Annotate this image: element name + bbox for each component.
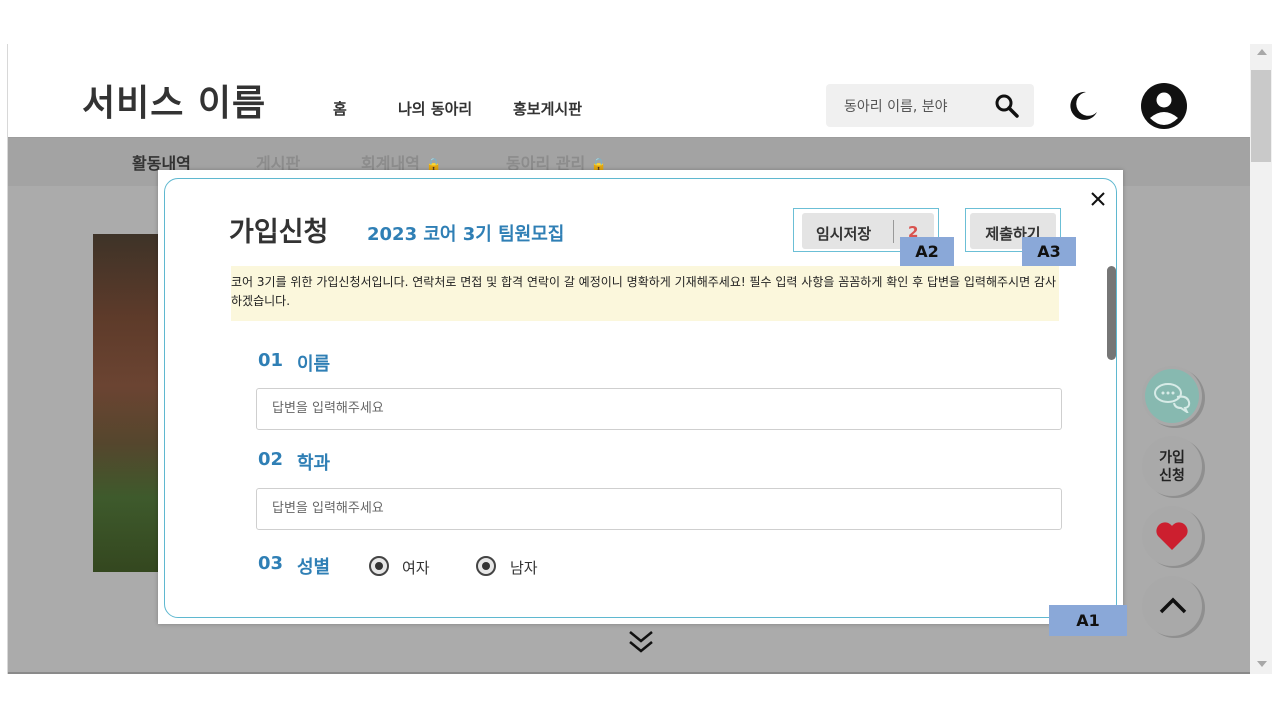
double-chevron-down-icon[interactable] [626, 628, 656, 656]
gender-male-label[interactable]: 남자 [510, 557, 538, 578]
question-3-label: 성별 [297, 557, 331, 578]
content-bottom-border [8, 672, 1250, 674]
gender-male-radio[interactable] [476, 556, 496, 576]
join-apply-line1: 가입 [1159, 450, 1185, 466]
question-1-label: 이름 [297, 354, 331, 375]
gender-female-radio[interactable] [369, 556, 389, 576]
annotation-a2: A2 [900, 237, 954, 266]
question-1-number: 01 [258, 350, 284, 371]
notice-box: 코어 3기를 위한 가입신청서입니다. 연락처로 면접 및 합격 연락이 갈 예… [231, 266, 1059, 321]
question-2-number: 02 [258, 449, 284, 470]
nav-promo-board[interactable]: 홍보게시판 [513, 98, 582, 119]
notice-text: 코어 3기를 위한 가입신청서입니다. 연락처로 면접 및 합격 연락이 갈 예… [231, 275, 1057, 308]
major-input[interactable] [270, 500, 1050, 517]
search-box[interactable]: 동아리 이름, 분야 [826, 84, 1034, 127]
club-photo [93, 234, 163, 572]
gender-female-label[interactable]: 여자 [402, 557, 430, 578]
close-icon[interactable] [1089, 190, 1107, 208]
join-application-modal: 가입신청 2023 코어 3기 팀원모집 임시저장 2 제출하기 A2 A3 코… [158, 170, 1123, 624]
scroll-up-arrow[interactable] [1257, 49, 1267, 55]
service-name[interactable]: 서비스 이름 [82, 74, 266, 126]
draft-save-label: 임시저장 [816, 225, 872, 243]
question-3-number: 03 [258, 553, 284, 574]
chat-icon [1154, 383, 1191, 413]
draft-divider [893, 220, 894, 243]
name-input[interactable] [270, 400, 1050, 417]
scroll-down-arrow[interactable] [1257, 661, 1267, 667]
join-apply-label: 가입 신청 [1142, 449, 1202, 485]
modal-title: 가입신청 [229, 217, 329, 248]
like-button[interactable] [1142, 506, 1202, 566]
join-apply-line2: 신청 [1159, 468, 1185, 484]
chat-button[interactable] [1142, 366, 1202, 426]
major-answer-field[interactable] [256, 488, 1062, 530]
profile-icon[interactable] [1140, 82, 1188, 130]
question-2-label: 학과 [297, 453, 331, 474]
page-scrollbar-thumb[interactable] [1251, 70, 1271, 162]
nav-my-clubs[interactable]: 나의 동아리 [398, 98, 472, 119]
modal-subtitle: 2023 코어 3기 팀원모집 [367, 224, 565, 245]
heart-icon [1156, 522, 1188, 550]
nav-home[interactable]: 홈 [333, 98, 347, 119]
annotation-a1: A1 [1049, 605, 1127, 636]
search-icon[interactable] [994, 93, 1020, 119]
name-answer-field[interactable] [256, 388, 1062, 430]
scroll-top-button[interactable] [1142, 576, 1202, 636]
moon-icon[interactable] [1064, 88, 1100, 124]
header: 서비스 이름 홈 나의 동아리 홍보게시판 동아리 이름, 분야 [8, 44, 1250, 138]
annotation-a3: A3 [1022, 237, 1076, 266]
chevron-up-icon [1159, 597, 1187, 614]
modal-scrollbar-thumb[interactable] [1107, 266, 1116, 360]
search-input[interactable]: 동아리 이름, 분야 [844, 96, 948, 116]
join-apply-button[interactable]: 가입 신청 [1142, 436, 1202, 496]
